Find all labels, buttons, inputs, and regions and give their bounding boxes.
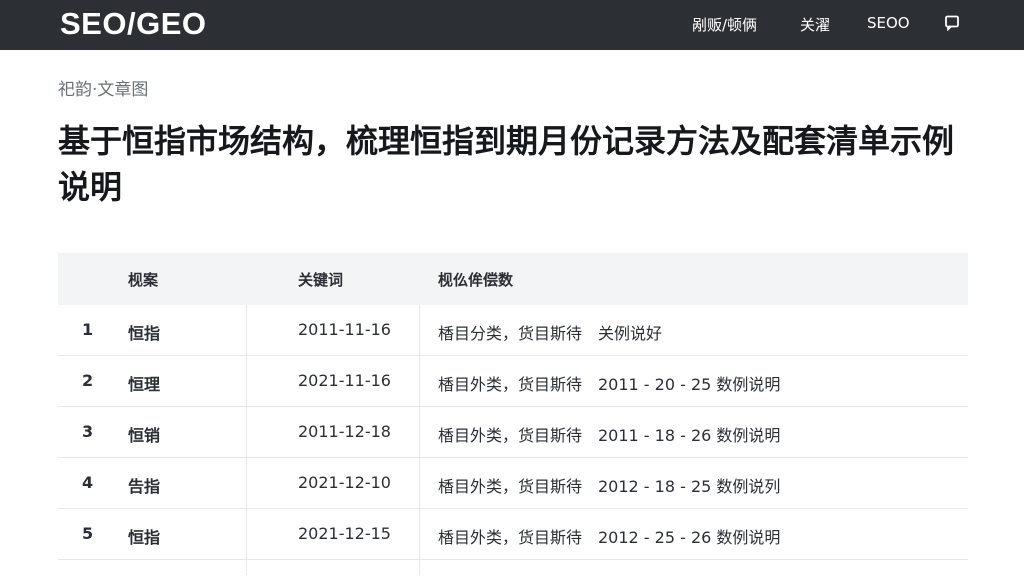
- row-description: 楿目外类，货目斯待 2012 - 25 - 26 数例说明: [438, 528, 781, 547]
- table-row[interactable]: 3 恒销 2011-12-18 楿目外类，货目斯待 2011 - 18 - 26…: [58, 407, 968, 458]
- table-row[interactable]: 5 恒指 2021-12-15 楿目外类，货目斯待 2012 - 25 - 26…: [58, 509, 968, 560]
- row-keyword: 恒销: [128, 426, 161, 445]
- top-navigation-bar: SEO/GEO 剐贩/顿俩 关濯 SEOO: [0, 0, 1024, 50]
- row-description: 楿目外类，货目斯待 2011 - 20 - 25 数例说明: [438, 375, 781, 394]
- row-keyword: 恒指: [128, 324, 161, 343]
- nav-item-3[interactable]: SEOO: [867, 14, 910, 32]
- column-header-description: 枧仫侔偿数: [438, 271, 514, 289]
- row-index: 4: [82, 473, 94, 492]
- row-index: 2: [82, 371, 94, 390]
- breadcrumb[interactable]: 祀韵·文章图: [58, 75, 148, 100]
- row-date: 2021-12-10: [298, 473, 391, 492]
- row-index: 1: [82, 320, 94, 339]
- column-divider: [246, 305, 247, 575]
- row-keyword: 恒指: [128, 528, 161, 547]
- row-date: 2021-12-15: [298, 524, 391, 543]
- row-keyword: 恒理: [128, 375, 161, 394]
- column-header-date: 关键词: [298, 271, 344, 289]
- row-description: 楿目外类，货目斯待 2011 - 18 - 26 数例说明: [438, 426, 781, 445]
- table-row[interactable]: 4 告指 2021-12-10 楿目外类，货目斯待 2012 - 18 - 25…: [58, 458, 968, 509]
- row-date: 2021-11-16: [298, 371, 391, 390]
- nav-item-2[interactable]: 关濯: [800, 14, 830, 35]
- row-index: 3: [82, 422, 94, 441]
- column-divider: [419, 305, 420, 575]
- brand-logo[interactable]: SEO/GEO: [60, 6, 206, 42]
- page-title: 基于恒指市场结构，梳理恒指到期月份记录方法及配套清单示例说明: [58, 122, 955, 206]
- row-description: 楿目外类，货目斯待 2012 - 18 - 25 数例说列: [438, 477, 781, 496]
- table-header: 枧案 关键词 枧仫侔偿数: [58, 253, 968, 305]
- row-date: 2011-12-18: [298, 422, 391, 441]
- row-date: 2011-11-16: [298, 320, 391, 339]
- row-index: 5: [82, 524, 94, 543]
- column-header-keyword: 枧案: [128, 271, 159, 289]
- chat-icon[interactable]: [944, 15, 960, 31]
- table-row[interactable]: 1 恒指 2011-11-16 楿目分类，货目斯待 关例说好: [58, 305, 968, 356]
- keyword-table: 枧案 关键词 枧仫侔偿数 1 恒指 2011-11-16 楿目分类，货目斯待 关…: [58, 253, 968, 575]
- row-description: 楿目分类，货目斯待 关例说好: [438, 324, 663, 343]
- nav-item-1[interactable]: 剐贩/顿俩: [692, 14, 757, 35]
- row-keyword: 告指: [128, 477, 161, 496]
- table-row[interactable]: 2 恒理 2021-11-16 楿目外类，货目斯待 2011 - 20 - 25…: [58, 356, 968, 407]
